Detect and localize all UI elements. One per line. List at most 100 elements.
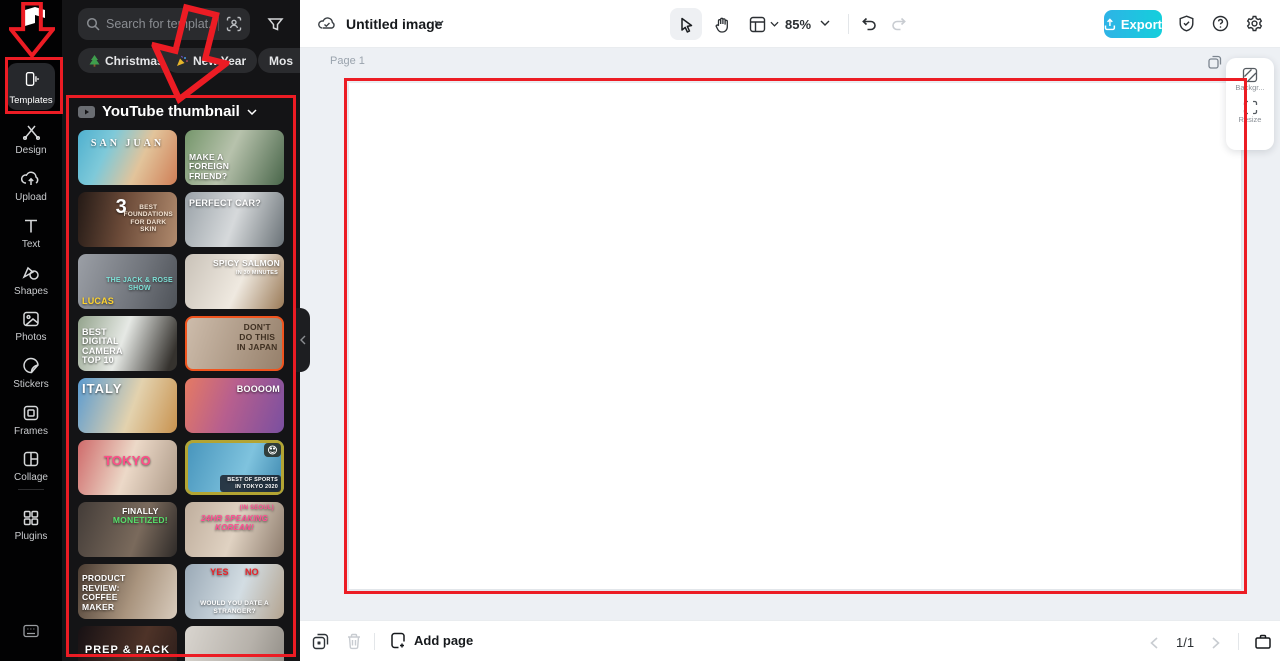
sidebar-item-label: Frames	[14, 426, 48, 437]
template-thumbnail[interactable]: in 30 minutes Spicy salmon	[185, 254, 284, 309]
category-header[interactable]: YouTube thumbnail	[78, 103, 257, 120]
template-thumbnail[interactable]: Best digital camera top 10	[78, 316, 177, 371]
add-page-button[interactable]: Add page	[390, 632, 473, 649]
collage-icon	[21, 449, 41, 469]
sidebar-item-label: Upload	[15, 192, 47, 203]
layout-tool-button[interactable]	[742, 8, 786, 40]
canvas-page[interactable]	[349, 83, 1241, 589]
tag-most[interactable]: Mos	[258, 48, 300, 73]
template-title: Spicy salmon	[213, 258, 280, 268]
sidebar-item-shapes[interactable]: Shapes	[0, 263, 62, 297]
settings-gear-icon[interactable]	[1246, 15, 1263, 32]
template-thumbnail[interactable]: Prep & pack	[78, 626, 177, 661]
tag-christmas[interactable]: Christmas	[78, 48, 175, 73]
party-popper-icon	[177, 55, 188, 66]
template-extra: The Jack & Rose Show	[106, 276, 173, 292]
template-thumbnail[interactable]: Boooom	[185, 378, 284, 433]
search-input[interactable]	[106, 17, 216, 31]
export-button[interactable]: Export	[1104, 10, 1162, 38]
photos-icon	[21, 309, 41, 329]
help-icon[interactable]	[1212, 15, 1229, 32]
panel-collapse-handle[interactable]	[296, 308, 310, 372]
template-search[interactable]	[78, 8, 250, 40]
templates-panel: Christmas New Year Mos YouTube thumbnail…	[62, 0, 300, 661]
sidebar-item-label: Design	[15, 145, 47, 156]
template-thumbnail[interactable]: The Jack & Rose Show Lucas	[78, 254, 177, 309]
sidebar-item-upload[interactable]: Upload	[0, 169, 62, 203]
template-thumbnail[interactable]: Finally Monetized!	[78, 502, 177, 557]
sidebar-item-label: Shapes	[14, 286, 48, 297]
templates-icon	[22, 70, 40, 88]
template-extra: (in seoul)	[239, 505, 274, 511]
duplicate-page-button[interactable]	[312, 633, 329, 650]
title-chevron-icon[interactable]	[434, 20, 444, 26]
template-thumbnail[interactable]: Tokyo	[78, 440, 177, 495]
zoom-level[interactable]: 85%	[785, 17, 811, 32]
filter-button[interactable]	[260, 12, 290, 36]
select-tool-button[interactable]	[670, 8, 702, 40]
background-label: Backgr...	[1235, 83, 1265, 92]
template-thumbnail[interactable]: (in seoul) 24hr speaking Korean!	[185, 502, 284, 557]
sidebar-item-text[interactable]: Text	[0, 216, 62, 250]
add-page-icon	[391, 632, 405, 649]
template-thumbnail[interactable]: Make a foreign friend?	[185, 130, 284, 185]
template-thumbnail[interactable]: 3 Best foundations for dark skin	[78, 192, 177, 247]
sidebar-item-design[interactable]: Design	[0, 122, 62, 156]
capcut-logo	[22, 6, 48, 30]
delete-page-button[interactable]	[346, 633, 362, 650]
redo-button[interactable]	[890, 15, 908, 31]
chevron-down-icon	[770, 21, 779, 27]
sidebar-item-frames[interactable]: Frames	[0, 403, 62, 437]
present-button[interactable]	[1254, 633, 1272, 650]
text-icon	[21, 216, 41, 236]
sidebar-item-templates[interactable]: Templates	[7, 63, 55, 110]
document-title[interactable]: Untitled image	[346, 16, 442, 32]
hand-icon	[715, 17, 728, 33]
template-title: 24hr speaking Korean!	[200, 514, 269, 533]
sidebar-item-label: Collage	[14, 472, 48, 483]
sidebar-item-stickers[interactable]: Stickers	[0, 356, 62, 390]
search-divider	[218, 17, 219, 31]
template-thumbnail[interactable]: YES NO Would you date a stranger?	[185, 564, 284, 619]
sidebar-item-collage[interactable]: Collage	[0, 449, 62, 483]
frames-icon	[21, 403, 41, 423]
canvas-side-panel: Backgr... Resize	[1226, 58, 1274, 150]
palette-icon[interactable]	[264, 443, 281, 457]
tag-new-year[interactable]: New Year	[165, 48, 258, 73]
template-title: Perfect car?	[189, 198, 261, 208]
template-title: Would you date a stranger?	[200, 600, 269, 615]
hand-tool-button[interactable]	[706, 8, 738, 40]
sidebar-item-label: Photos	[15, 332, 47, 343]
zoom-chevron-icon[interactable]	[820, 20, 830, 26]
keyboard-shortcuts-icon[interactable]	[23, 624, 39, 638]
sidebar-item-photos[interactable]: Photos	[0, 309, 62, 343]
sidebar-item-plugins[interactable]: Plugins	[0, 508, 62, 542]
shapes-icon	[21, 263, 41, 283]
cursor-icon	[681, 17, 693, 33]
image-search-icon[interactable]	[226, 16, 242, 32]
prev-page-button[interactable]	[1150, 637, 1158, 649]
duplicate-page-icon[interactable]	[1208, 55, 1222, 69]
bottombar-divider	[1238, 633, 1239, 650]
plugins-icon	[21, 508, 41, 528]
background-icon[interactable]	[1226, 67, 1274, 83]
template-thumbnail[interactable]: Perfect car?	[185, 192, 284, 247]
template-thumbnail[interactable]: Italy	[78, 378, 177, 433]
resize-icon[interactable]	[1226, 100, 1274, 115]
template-thumbnail[interactable]: Apple Watch Band	[185, 626, 284, 661]
next-page-button[interactable]	[1212, 637, 1220, 649]
undo-button[interactable]	[860, 15, 878, 31]
template-title: Lucas	[82, 295, 114, 306]
sidebar-divider	[18, 489, 44, 490]
page-indicator: 1/1	[1176, 635, 1195, 650]
template-thumbnail-selected[interactable]: Don't do this in Japan	[185, 316, 284, 371]
template-thumbnail[interactable]: San Juan	[78, 130, 177, 185]
tag-label: New Year	[193, 53, 247, 68]
stickers-icon	[21, 356, 41, 376]
chevron-left-icon	[300, 335, 306, 345]
upload-icon	[21, 169, 41, 189]
template-thumbnail[interactable]: Best of sports in Tokyo 2020	[185, 440, 284, 495]
christmas-tree-icon	[89, 54, 100, 67]
safety-shield-icon[interactable]	[1178, 15, 1195, 32]
template-thumbnail[interactable]: Product review: coffee maker	[78, 564, 177, 619]
